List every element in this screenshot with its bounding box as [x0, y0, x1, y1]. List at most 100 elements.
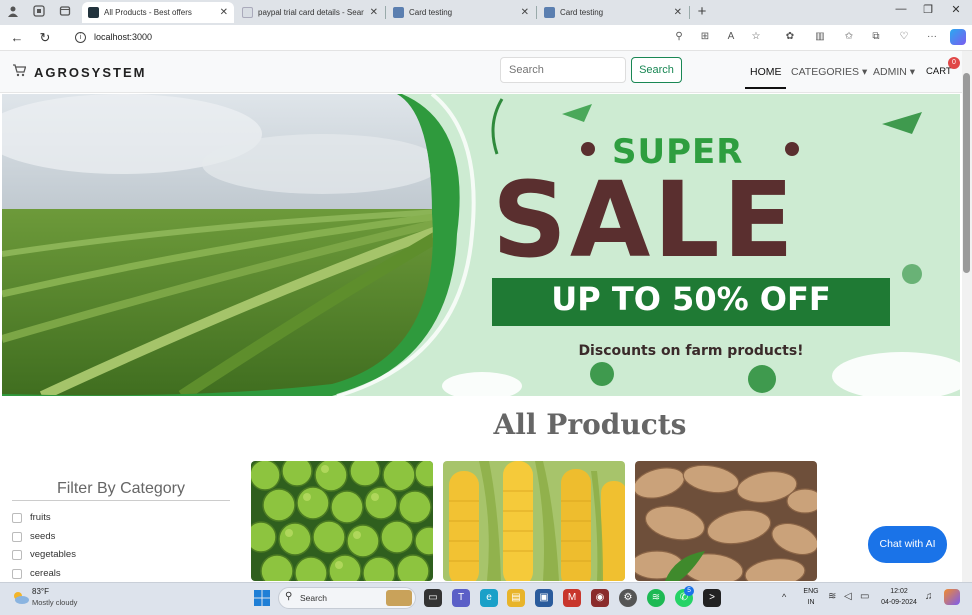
favorites-icon[interactable]: ✩ [842, 31, 856, 42]
region-indicator[interactable]: IN [800, 599, 822, 606]
weather-description: Mostly cloudy [32, 598, 78, 607]
terminal-icon[interactable]: > [703, 589, 721, 607]
whatsapp-notification-badge: 5 [684, 586, 694, 596]
paypal-favicon-icon [544, 7, 555, 18]
category-label: cereals [30, 568, 61, 579]
ginger-image [635, 461, 817, 581]
language-indicator[interactable]: ENG [800, 588, 822, 595]
checkbox[interactable] [12, 512, 22, 523]
nav-cart[interactable]: CART [926, 66, 952, 77]
store-icon[interactable]: ▣ [535, 589, 553, 607]
brand-logo-text[interactable]: AGROSYSTEM [34, 65, 146, 80]
favorite-star-icon[interactable]: ☆ [749, 31, 763, 42]
banner-tagline: Discounts on farm products! [578, 343, 804, 359]
close-tab-icon[interactable]: ✕ [674, 7, 682, 18]
clock-time[interactable]: 12:02 [876, 588, 922, 595]
task-view-icon[interactable]: ▭ [424, 589, 442, 607]
category-label: seeds [30, 531, 56, 542]
close-tab-icon[interactable]: ✕ [521, 7, 529, 18]
site-info-icon[interactable]: i [75, 32, 86, 43]
wifi-icon[interactable]: ≋ [828, 591, 836, 602]
tab-title: All Products - Best offers [104, 8, 192, 17]
teams-icon[interactable]: T [452, 589, 470, 607]
search-button[interactable]: Search [631, 57, 682, 83]
category-filter-fruits[interactable]: fruits [12, 512, 51, 523]
category-filter-seeds[interactable]: seeds [12, 531, 55, 542]
checkbox[interactable] [12, 568, 22, 579]
profile-icon[interactable] [6, 5, 20, 19]
mcafee-icon[interactable]: M [563, 589, 581, 607]
collections-icon[interactable]: ⧉ [869, 31, 883, 42]
tab-title: paypal trial card details - Search [258, 8, 364, 17]
corn-image [443, 461, 625, 581]
split-screen-icon[interactable]: ▥ [813, 31, 827, 42]
apps-icon[interactable]: ⊞ [698, 31, 712, 42]
product-card-limes[interactable] [251, 461, 433, 581]
windows-start-icon[interactable] [254, 590, 270, 611]
all-products-heading: All Products [493, 408, 687, 441]
search-input[interactable] [500, 57, 626, 83]
restore-icon[interactable]: ❐ [918, 3, 938, 16]
nav-home[interactable]: HOME [750, 66, 782, 78]
search-icon: ⚲ [285, 591, 293, 602]
close-tab-icon[interactable]: ✕ [220, 7, 228, 18]
clock-date[interactable]: 04-09-2024 [876, 599, 922, 606]
url-field[interactable]: localhost:3000 [94, 32, 152, 42]
page-scrollbar-thumb[interactable] [963, 73, 970, 273]
file-explorer-icon[interactable]: ▤ [507, 589, 525, 607]
nav-home-underline [745, 87, 786, 89]
search-favicon-icon [242, 7, 253, 18]
checkbox[interactable] [12, 549, 22, 560]
tab-separator [385, 6, 386, 19]
site-favicon-icon [88, 7, 99, 18]
spotify-icon[interactable]: ≋ [647, 589, 665, 607]
workspaces-icon[interactable] [32, 5, 46, 19]
extensions-icon[interactable]: ✿ [783, 31, 797, 42]
reload-icon[interactable]: ↻ [37, 30, 53, 46]
banner-sale-text: SALE [492, 159, 797, 281]
new-tab-icon[interactable]: + [695, 4, 709, 19]
read-aloud-icon[interactable]: A [724, 31, 738, 42]
notification-bell-icon[interactable]: ♫ [925, 591, 933, 602]
more-options-icon[interactable]: ··· [925, 31, 939, 42]
tab-separator [689, 6, 690, 19]
search-highlight-icon [386, 590, 412, 606]
tab-all-products[interactable]: All Products - Best offers ✕ [82, 2, 234, 23]
category-label: vegetables [30, 549, 76, 560]
media-app-icon[interactable]: ◉ [591, 589, 609, 607]
minimize-icon[interactable]: — [891, 3, 911, 15]
banner-offer-text: UP TO 50% OFF [551, 280, 831, 318]
filter-heading: Filter By Category [12, 480, 230, 501]
nav-admin-dropdown[interactable]: ADMIN ▾ [873, 66, 915, 78]
tab-card-testing-2[interactable]: Card testing ✕ [538, 2, 688, 23]
cart-count-badge: 0 [948, 57, 960, 69]
browser-essentials-icon[interactable]: ♡ [897, 31, 911, 42]
product-card-ginger[interactable] [635, 461, 817, 581]
checkbox[interactable] [12, 531, 22, 542]
battery-icon[interactable]: ▭ [860, 591, 869, 602]
tab-paypal-search[interactable]: paypal trial card details - Search ✕ [236, 2, 384, 23]
category-filter-cereals[interactable]: cereals [12, 568, 61, 579]
back-arrow-icon[interactable]: ← [9, 30, 25, 46]
limes-image [251, 461, 433, 581]
weather-cloud-icon[interactable] [11, 590, 29, 609]
product-card-corn[interactable] [443, 461, 625, 581]
settings-gear-icon[interactable]: ⚙ [619, 589, 637, 607]
close-window-icon[interactable]: ✕ [946, 3, 966, 16]
shopping-cart-logo-icon [12, 64, 27, 80]
category-label: fruits [30, 512, 51, 523]
volume-icon[interactable]: ◁ [844, 591, 852, 602]
paypal-favicon-icon [393, 7, 404, 18]
category-filter-vegetables[interactable]: vegetables [12, 549, 76, 560]
weather-temperature[interactable]: 83°F [32, 587, 49, 596]
tab-actions-icon[interactable] [58, 5, 72, 19]
close-tab-icon[interactable]: ✕ [370, 7, 378, 18]
nav-categories-dropdown[interactable]: CATEGORIES ▾ [791, 66, 867, 78]
copilot-taskbar-icon[interactable] [944, 589, 960, 605]
tab-card-testing-1[interactable]: Card testing ✕ [387, 2, 535, 23]
edge-icon[interactable]: e [480, 589, 498, 607]
key-icon[interactable]: ⚲ [672, 31, 686, 42]
tray-chevron-up-icon[interactable]: ^ [782, 592, 786, 602]
copilot-icon[interactable] [950, 29, 966, 45]
chat-with-ai-button[interactable]: Chat with AI [868, 526, 947, 563]
